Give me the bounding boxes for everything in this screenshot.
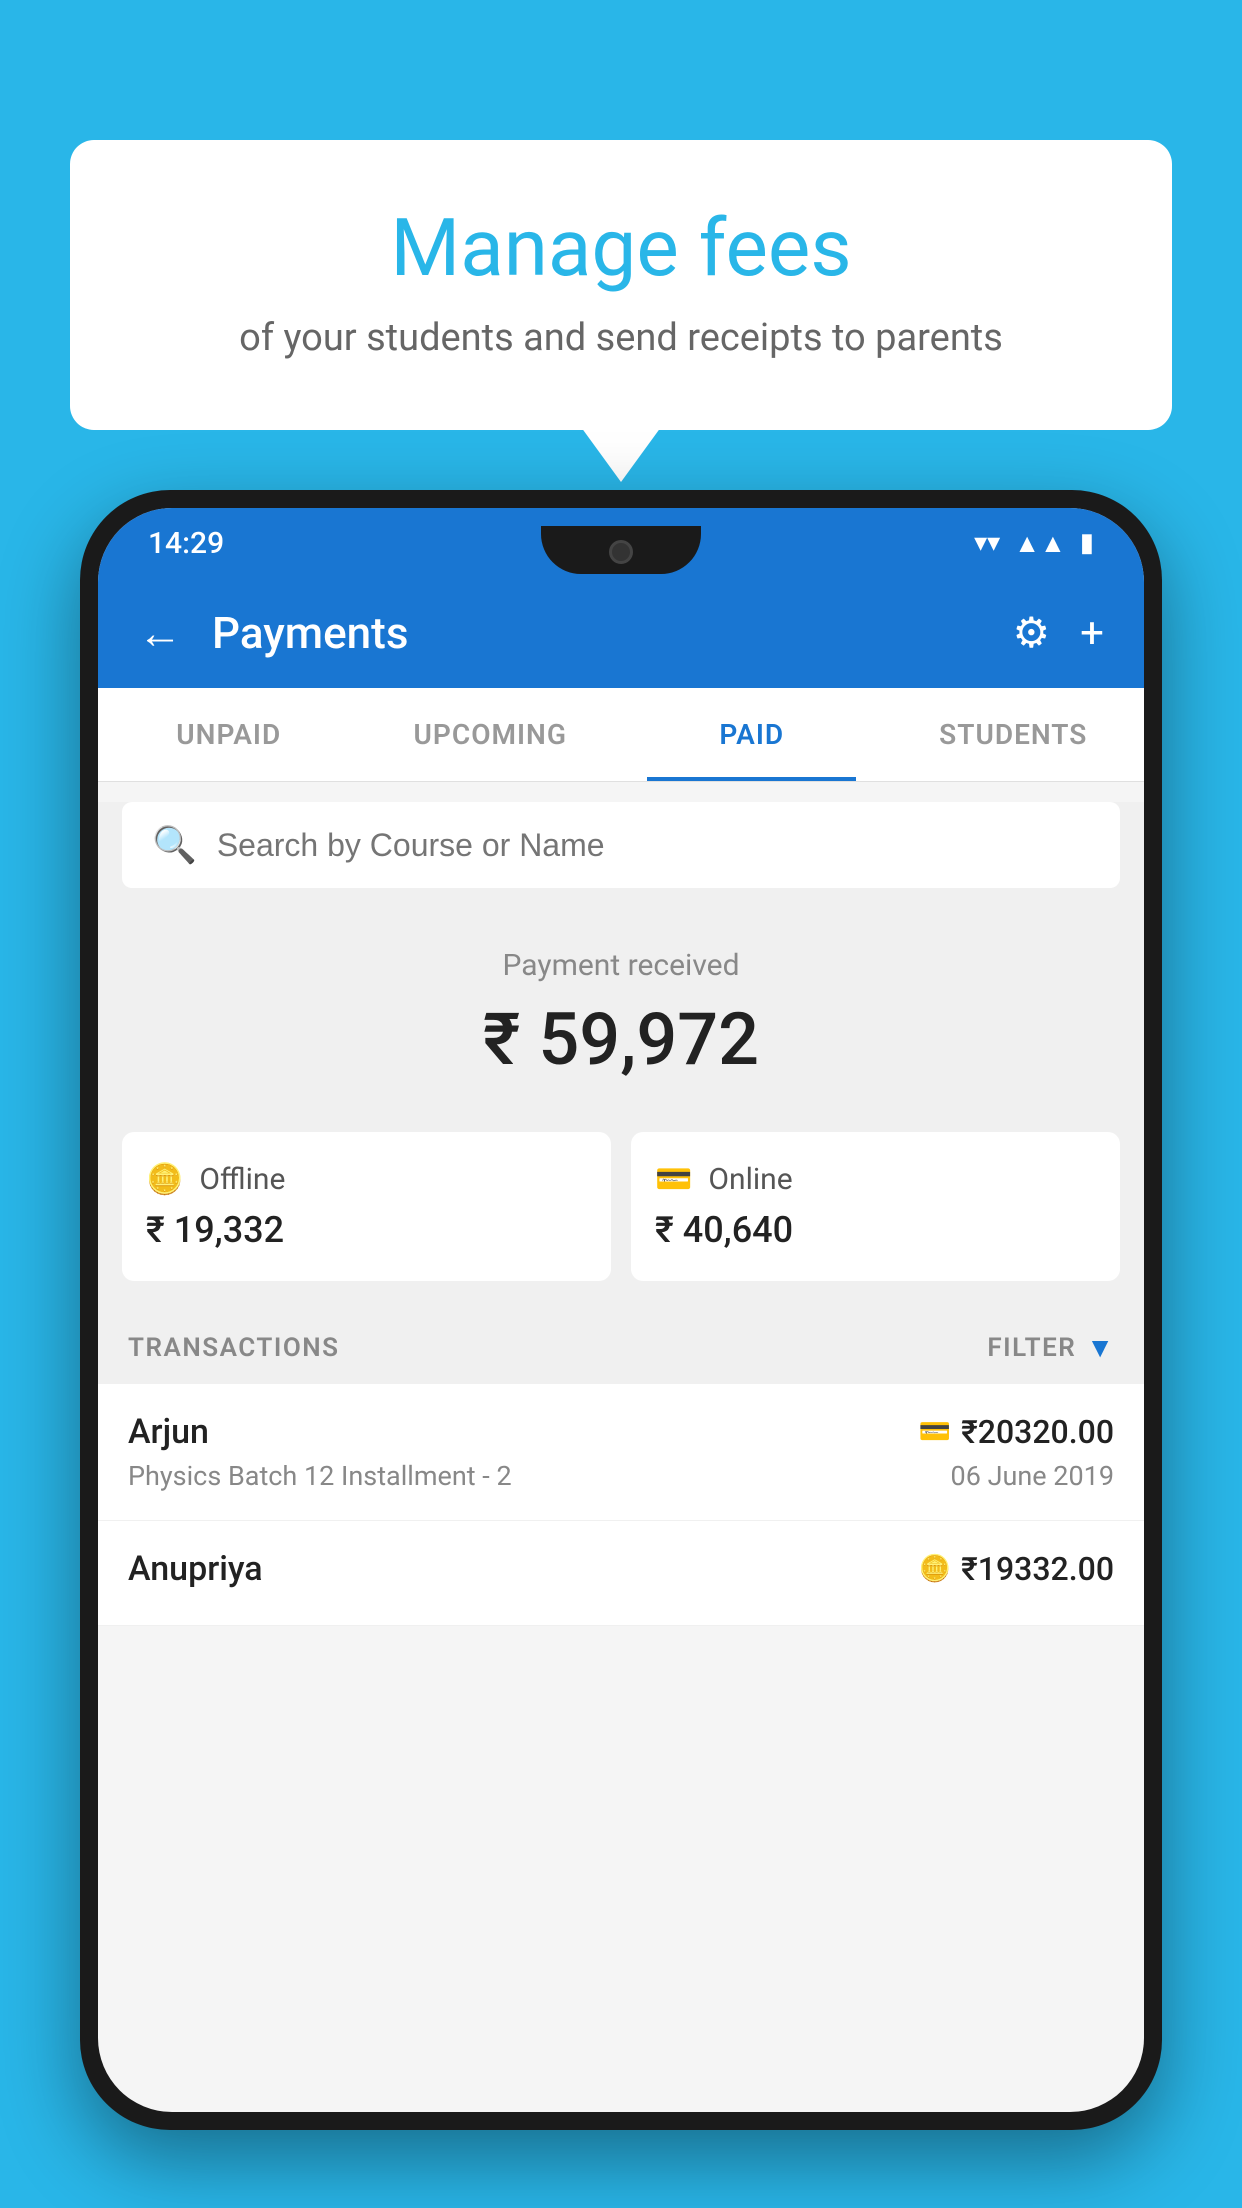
tab-unpaid[interactable]: UNPAID (98, 688, 360, 781)
app-bar-icons: ⚙ + (1013, 608, 1105, 658)
online-amount: ₹ 40,640 (655, 1209, 1096, 1251)
app-bar-title: Payments (212, 607, 983, 659)
transaction-top-1: Arjun 💳 ₹20320.00 (128, 1412, 1114, 1452)
phone-screen: 14:29 ▾▾ ▲▲ ▮ ← Payments ⚙ + UNPAID UP (98, 508, 1144, 2112)
payment-cards: 🪙 Offline ₹ 19,332 💳 Online ₹ 40,640 (98, 1132, 1144, 1311)
transaction-amount-2: ₹19332.00 (961, 1550, 1114, 1588)
offline-card: 🪙 Offline ₹ 19,332 (122, 1132, 611, 1281)
offline-amount: ₹ 19,332 (146, 1209, 587, 1251)
filter-label: FILTER (987, 1333, 1076, 1363)
transactions-header: TRANSACTIONS FILTER ▼ (98, 1311, 1144, 1384)
phone-body: 14:29 ▾▾ ▲▲ ▮ ← Payments ⚙ + UNPAID UP (80, 490, 1162, 2130)
transaction-type-icon-1: 💳 (919, 1417, 951, 1447)
tab-paid[interactable]: PAID (621, 688, 883, 781)
offline-card-header: 🪙 Offline (146, 1162, 587, 1197)
transaction-name-1: Arjun (128, 1412, 209, 1452)
wifi-icon: ▾▾ (974, 528, 1000, 558)
status-time: 14:29 (148, 526, 224, 561)
phone-mockup: 14:29 ▾▾ ▲▲ ▮ ← Payments ⚙ + UNPAID UP (80, 490, 1162, 2208)
online-label: Online (708, 1162, 792, 1197)
transaction-amount-wrap-1: 💳 ₹20320.00 (919, 1413, 1114, 1451)
payment-received-amount: ₹ 59,972 (122, 997, 1120, 1082)
online-card: 💳 Online ₹ 40,640 (631, 1132, 1120, 1281)
filter-button[interactable]: FILTER ▼ (987, 1331, 1114, 1364)
search-input[interactable] (217, 827, 1090, 864)
transactions-list: Arjun 💳 ₹20320.00 Physics Batch 12 Insta… (98, 1384, 1144, 1626)
payment-received-label: Payment received (122, 948, 1120, 983)
tab-upcoming[interactable]: UPCOMING (360, 688, 622, 781)
offline-icon: 🪙 (146, 1162, 183, 1197)
transaction-course-1: Physics Batch 12 Installment - 2 (128, 1460, 512, 1492)
transaction-amount-1: ₹20320.00 (961, 1413, 1114, 1451)
transaction-amount-wrap-2: 🪙 ₹19332.00 (919, 1550, 1114, 1588)
transactions-label: TRANSACTIONS (128, 1333, 340, 1363)
speech-bubble-container: Manage fees of your students and send re… (70, 140, 1172, 430)
speech-bubble-title: Manage fees (150, 200, 1092, 296)
tab-students[interactable]: STUDENTS (883, 688, 1145, 781)
phone-notch (541, 526, 701, 574)
search-icon: 🔍 (152, 824, 197, 866)
table-row[interactable]: Anupriya 🪙 ₹19332.00 (98, 1521, 1144, 1626)
signal-icon: ▲▲ (1014, 528, 1065, 559)
content-area: 🔍 Payment received ₹ 59,972 🪙 Offline (98, 802, 1144, 1626)
table-row[interactable]: Arjun 💳 ₹20320.00 Physics Batch 12 Insta… (98, 1384, 1144, 1521)
online-icon: 💳 (655, 1162, 692, 1197)
status-icons: ▾▾ ▲▲ ▮ (974, 528, 1094, 559)
filter-icon: ▼ (1086, 1331, 1114, 1364)
transaction-name-2: Anupriya (128, 1549, 263, 1589)
add-icon[interactable]: + (1080, 609, 1104, 658)
camera (609, 540, 633, 564)
offline-label: Offline (199, 1162, 285, 1197)
app-bar: ← Payments ⚙ + (98, 578, 1144, 688)
payment-received-section: Payment received ₹ 59,972 (98, 908, 1144, 1132)
speech-bubble-subtitle: of your students and send receipts to pa… (150, 316, 1092, 360)
transaction-bottom-1: Physics Batch 12 Installment - 2 06 June… (128, 1460, 1114, 1492)
tabs: UNPAID UPCOMING PAID STUDENTS (98, 688, 1144, 782)
search-container[interactable]: 🔍 (122, 802, 1120, 888)
online-card-header: 💳 Online (655, 1162, 1096, 1197)
transaction-top-2: Anupriya 🪙 ₹19332.00 (128, 1549, 1114, 1589)
transaction-type-icon-2: 🪙 (919, 1554, 951, 1584)
transaction-date-1: 06 June 2019 (951, 1460, 1114, 1492)
battery-icon: ▮ (1080, 528, 1094, 558)
back-button[interactable]: ← (138, 607, 182, 659)
settings-icon[interactable]: ⚙ (1013, 608, 1051, 658)
speech-bubble: Manage fees of your students and send re… (70, 140, 1172, 430)
